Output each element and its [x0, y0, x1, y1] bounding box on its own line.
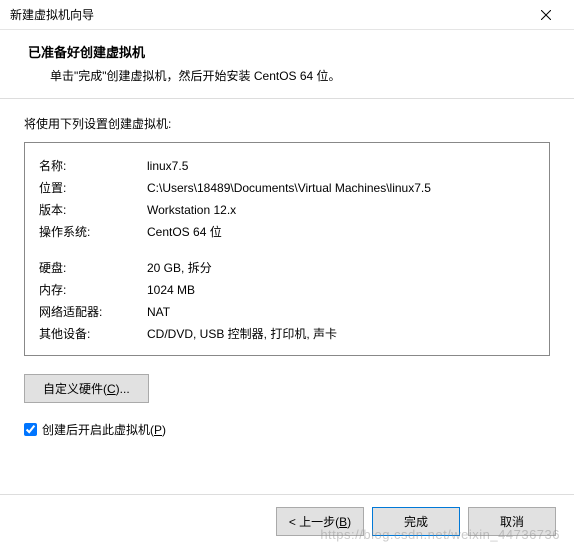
- setting-label: 名称:: [39, 155, 147, 177]
- header-title: 已准备好创建虚拟机: [28, 42, 546, 61]
- setting-label: 硬盘:: [39, 257, 147, 279]
- setting-label: 网络适配器:: [39, 301, 147, 323]
- setting-label: 其他设备:: [39, 323, 147, 345]
- power-on-checkbox-row[interactable]: 创建后开启此虚拟机(P): [24, 421, 550, 438]
- titlebar: 新建虚拟机向导: [0, 0, 574, 30]
- back-button[interactable]: < 上一步(B): [276, 507, 364, 536]
- settings-summary-box: 名称: linux7.5 位置: C:\Users\18489\Document…: [24, 142, 550, 356]
- close-button[interactable]: [526, 1, 566, 29]
- intro-text: 将使用下列设置创建虚拟机:: [24, 115, 550, 132]
- setting-row-os: 操作系统: CentOS 64 位: [39, 221, 535, 243]
- setting-row-disk: 硬盘: 20 GB, 拆分: [39, 257, 535, 279]
- setting-value: CentOS 64 位: [147, 221, 535, 243]
- window-title: 新建虚拟机向导: [10, 6, 94, 23]
- setting-label: 位置:: [39, 177, 147, 199]
- header-subtitle: 单击"完成"创建虚拟机，然后开始安装 CentOS 64 位。: [28, 67, 546, 84]
- power-on-label: 创建后开启此虚拟机(P): [42, 421, 166, 438]
- wizard-header: 已准备好创建虚拟机 单击"完成"创建虚拟机，然后开始安装 CentOS 64 位…: [0, 30, 574, 98]
- setting-label: 操作系统:: [39, 221, 147, 243]
- setting-value: CD/DVD, USB 控制器, 打印机, 声卡: [147, 323, 535, 345]
- setting-row-network: 网络适配器: NAT: [39, 301, 535, 323]
- setting-value: Workstation 12.x: [147, 199, 535, 221]
- finish-button[interactable]: 完成: [372, 507, 460, 536]
- setting-label: 版本:: [39, 199, 147, 221]
- setting-value: linux7.5: [147, 155, 535, 177]
- setting-row-version: 版本: Workstation 12.x: [39, 199, 535, 221]
- setting-value: 20 GB, 拆分: [147, 257, 535, 279]
- setting-value: 1024 MB: [147, 279, 535, 301]
- close-icon: [541, 10, 551, 20]
- content-area: 将使用下列设置创建虚拟机: 名称: linux7.5 位置: C:\Users\…: [0, 99, 574, 438]
- setting-value: C:\Users\18489\Documents\Virtual Machine…: [147, 177, 535, 199]
- setting-row-other: 其他设备: CD/DVD, USB 控制器, 打印机, 声卡: [39, 323, 535, 345]
- wizard-footer: < 上一步(B) 完成 取消: [0, 494, 574, 548]
- setting-value: NAT: [147, 301, 535, 323]
- setting-row-name: 名称: linux7.5: [39, 155, 535, 177]
- setting-row-memory: 内存: 1024 MB: [39, 279, 535, 301]
- setting-label: 内存:: [39, 279, 147, 301]
- power-on-checkbox[interactable]: [24, 423, 37, 436]
- cancel-button[interactable]: 取消: [468, 507, 556, 536]
- setting-row-location: 位置: C:\Users\18489\Documents\Virtual Mac…: [39, 177, 535, 199]
- customize-hardware-button[interactable]: 自定义硬件(C)...: [24, 374, 149, 403]
